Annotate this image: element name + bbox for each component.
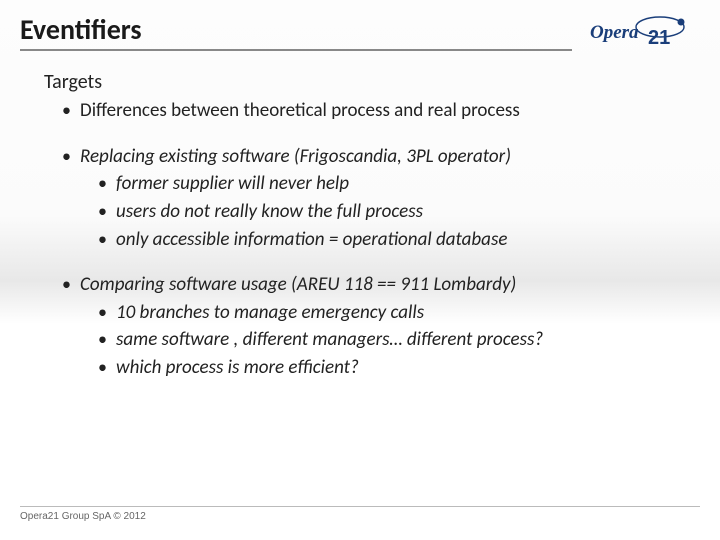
bullet-icon: • [62, 272, 80, 296]
bullet-text: Replacing existing software (Frigoscandi… [80, 144, 511, 170]
bullet-text: 10 branches to manage emergency calls [116, 300, 424, 326]
slide-body: Targets • Differences between theoretica… [0, 51, 720, 381]
bullet-text: which process is more efficient? [116, 355, 359, 381]
bullet-icon: • [62, 144, 80, 168]
bullet-text: Differences between theoretical process … [80, 98, 520, 124]
bullet-icon: • [98, 171, 116, 195]
targets-heading: Targets [44, 69, 680, 96]
bullet-text: former supplier will never help [116, 171, 349, 197]
bullet-icon: • [98, 300, 116, 324]
slide-title: Eventifiers [20, 12, 572, 51]
svg-text:21: 21 [648, 27, 670, 49]
bullet-text: only accessible information = operationa… [116, 227, 507, 253]
bullet-text: Comparing software usage (AREU 118 == 91… [80, 272, 516, 298]
footer-copyright: Opera21 Group SpA © 2012 [20, 506, 700, 522]
bullet-icon: • [98, 355, 116, 379]
bullet-icon: • [98, 227, 116, 251]
bullet-text: users do not really know the full proces… [116, 199, 423, 225]
opera21-logo: Opera 21 [582, 13, 692, 51]
bullet-icon: • [98, 327, 116, 351]
bullet-text: same software , different managers… diff… [116, 327, 543, 353]
bullet-icon: • [98, 199, 116, 223]
bullet-icon: • [62, 98, 80, 122]
svg-text:Opera: Opera [590, 22, 639, 43]
